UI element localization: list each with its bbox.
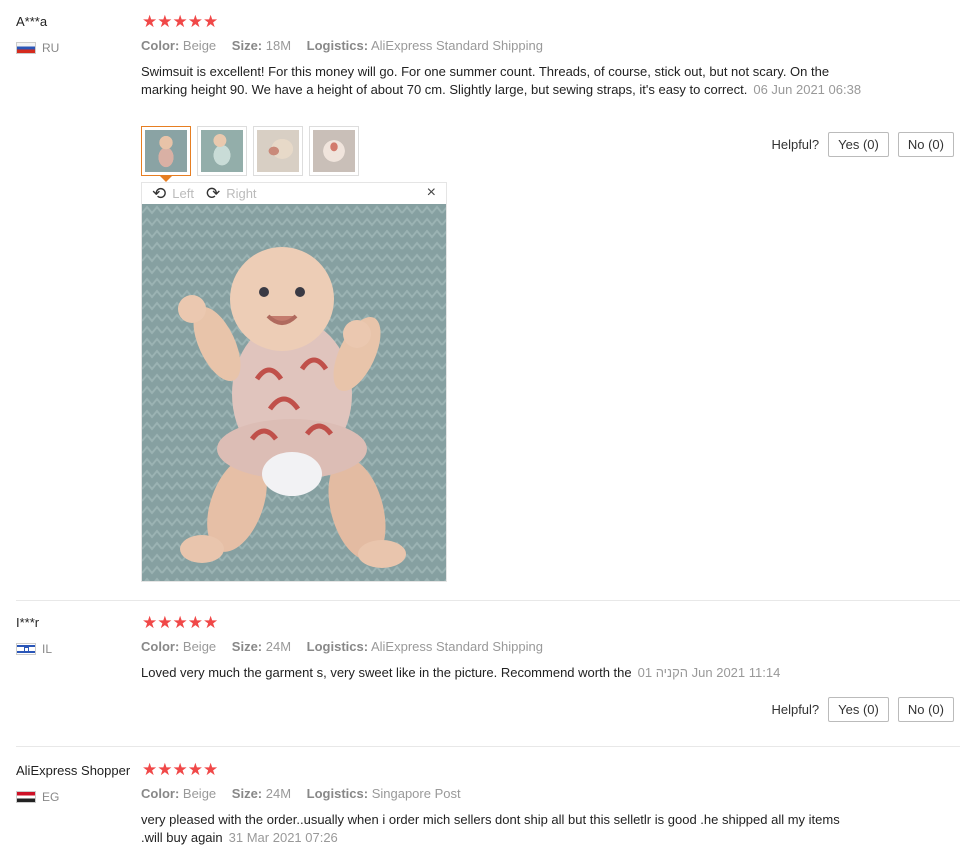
logistics-value: Singapore Post bbox=[371, 786, 461, 801]
size-value: 18M bbox=[265, 38, 292, 53]
review-photos bbox=[141, 126, 359, 182]
review-body: Swimsuit is excellent! For this money wi… bbox=[141, 64, 830, 97]
helpful-label: Helpful? bbox=[771, 137, 820, 152]
logistics-label: Logistics: bbox=[306, 38, 369, 53]
photo-thumbnail[interactable] bbox=[197, 126, 247, 176]
reviewer-country: IL bbox=[16, 642, 52, 656]
flag-ru-icon bbox=[16, 42, 36, 54]
photo-thumbnail[interactable] bbox=[141, 126, 191, 182]
viewer-toolbar: ⟲ Left ⟳ Right × bbox=[142, 183, 446, 204]
rotate-right-label[interactable]: Right bbox=[226, 186, 256, 201]
photo-thumbnail[interactable] bbox=[253, 126, 303, 176]
size-label: Size: bbox=[231, 38, 263, 53]
star-rating: ★★★★★ bbox=[142, 12, 219, 31]
logistics-value: AliExpress Standard Shipping bbox=[370, 639, 543, 654]
reviewer-name: I***r bbox=[16, 615, 40, 630]
flag-il-icon bbox=[16, 643, 36, 655]
review-divider bbox=[16, 600, 960, 601]
country-code: RU bbox=[42, 41, 60, 55]
color-value: Beige bbox=[182, 639, 217, 654]
star-rating: ★★★★★ bbox=[142, 760, 219, 779]
logistics-label: Logistics: bbox=[306, 786, 369, 801]
color-value: Beige bbox=[182, 38, 217, 53]
country-code: EG bbox=[42, 790, 60, 804]
size-value: 24M bbox=[265, 639, 292, 654]
size-label: Size: bbox=[231, 639, 263, 654]
logistics-value: AliExpress Standard Shipping bbox=[370, 38, 543, 53]
reviewer-name: AliExpress Shopper bbox=[16, 763, 131, 778]
logistics-label: Logistics: bbox=[306, 639, 369, 654]
review-divider bbox=[16, 746, 960, 747]
size-label: Size: bbox=[231, 786, 263, 801]
country-code: IL bbox=[42, 642, 53, 656]
helpful-yes-button[interactable]: Yes (0) bbox=[828, 697, 889, 722]
rotate-left-icon[interactable]: ⟲ bbox=[152, 185, 166, 202]
close-icon[interactable]: × bbox=[427, 184, 436, 202]
review-photo bbox=[142, 204, 446, 581]
helpful-no-button[interactable]: No (0) bbox=[897, 132, 954, 157]
review-text: Swimsuit is excellent! For this money wi… bbox=[141, 63, 866, 99]
color-value: Beige bbox=[182, 786, 217, 801]
size-value: 24M bbox=[265, 786, 292, 801]
review-body: Loved very much the garment s, very swee… bbox=[141, 665, 632, 680]
review-text: Loved very much the garment s, very swee… bbox=[141, 664, 871, 682]
star-rating: ★★★★★ bbox=[142, 613, 219, 632]
reviewer-name: A***a bbox=[16, 14, 48, 29]
reviewer-country: EG bbox=[16, 790, 59, 804]
order-info: Color: Beige Size: 24M Logistics: Singap… bbox=[141, 786, 461, 801]
review-date: 06 Jun 2021 06:38 bbox=[753, 82, 862, 97]
order-info: Color: Beige Size: 18M Logistics: AliExp… bbox=[141, 38, 543, 53]
reviewer-country: RU bbox=[16, 41, 59, 55]
helpful-no-button[interactable]: No (0) bbox=[897, 697, 954, 722]
color-label: Color: bbox=[141, 639, 180, 654]
review-text: very pleased with the order..usually whe… bbox=[141, 811, 851, 847]
rotate-left-label[interactable]: Left bbox=[172, 186, 194, 201]
rotate-right-icon[interactable]: ⟳ bbox=[206, 185, 220, 202]
order-info: Color: Beige Size: 24M Logistics: AliExp… bbox=[141, 639, 543, 654]
review-date: 31 Mar 2021 07:26 bbox=[228, 830, 338, 845]
helpful-label: Helpful? bbox=[771, 702, 820, 717]
photo-viewer: ⟲ Left ⟳ Right × bbox=[141, 182, 447, 582]
helpful-yes-button[interactable]: Yes (0) bbox=[828, 132, 889, 157]
flag-eg-icon bbox=[16, 791, 36, 803]
review-date: 01 הקניה Jun 2021 11:14 bbox=[637, 665, 781, 680]
color-label: Color: bbox=[141, 786, 180, 801]
color-label: Color: bbox=[141, 38, 180, 53]
baby-photo-image bbox=[142, 204, 446, 581]
photo-thumbnail[interactable] bbox=[309, 126, 359, 176]
helpful-controls: Helpful? Yes (0) No (0) bbox=[771, 132, 954, 157]
helpful-controls: Helpful? Yes (0) No (0) bbox=[771, 697, 954, 722]
